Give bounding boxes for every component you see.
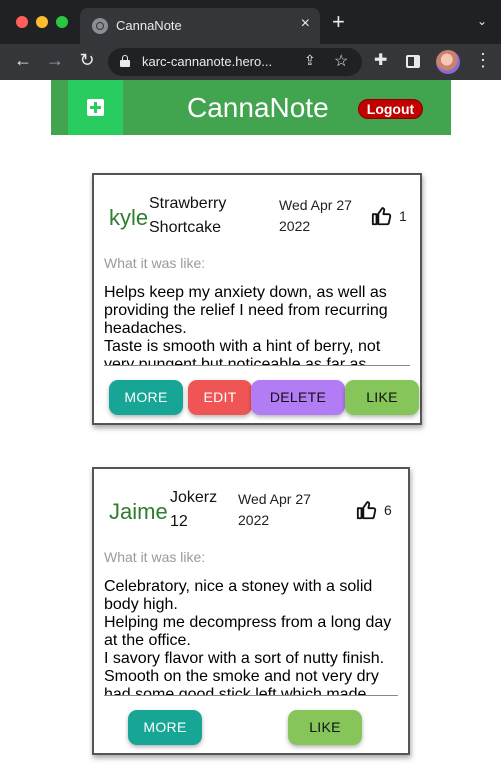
lock-icon[interactable]: [120, 55, 130, 67]
add-note-button[interactable]: [68, 80, 123, 135]
profile-avatar[interactable]: [436, 50, 460, 74]
back-arrow-icon[interactable]: ←: [12, 50, 34, 71]
thumbs-up-icon[interactable]: [356, 499, 378, 521]
note-strain: Jokerz 12: [170, 489, 218, 530]
note-strain: Strawberry Shortcake: [149, 195, 227, 236]
notes-label: What it was like:: [104, 549, 206, 565]
forward-arrow-icon[interactable]: →: [44, 50, 66, 71]
note-date: Wed Apr 27 2022: [279, 197, 352, 234]
browser-tab[interactable]: CannaNote ×: [80, 8, 320, 44]
note-text: Helps keep my anxiety down, as well as p…: [104, 284, 388, 366]
note-card: kyle Strawberry Shortcake Wed Apr 27 202…: [92, 173, 422, 425]
more-button[interactable]: MORE: [128, 710, 202, 745]
page-viewport: CannaNote Logout kyle Strawberry Shortca…: [0, 80, 501, 770]
plus-square-icon: [87, 99, 104, 116]
url-text[interactable]: karc-cannanote.hero...: [142, 54, 272, 69]
tab-search-icon[interactable]: ⌄: [477, 14, 487, 28]
delete-button[interactable]: DELETE: [251, 380, 345, 415]
like-button[interactable]: LIKE: [345, 380, 419, 415]
tab-title: CannaNote: [116, 18, 182, 33]
globe-icon: [92, 18, 108, 34]
browser-toolbar: ← → ↻ karc-cannanote.hero... ⇪ ☆ ✚ ⋮: [0, 44, 501, 80]
close-window-button[interactable]: [16, 16, 28, 28]
note-text: Celebratory, nice a stoney with a solid …: [104, 578, 392, 696]
like-count: 6: [384, 502, 392, 518]
maximize-window-button[interactable]: [56, 16, 68, 28]
new-tab-button[interactable]: +: [332, 11, 345, 33]
more-button[interactable]: MORE: [109, 380, 183, 415]
reload-icon[interactable]: ↻: [76, 50, 98, 71]
puzzle-icon[interactable]: ✚: [374, 50, 387, 70]
note-card: Jaime Jokerz 12 Wed Apr 27 2022 6 What i…: [92, 467, 410, 755]
thumbs-up-icon[interactable]: [371, 205, 393, 227]
kebab-menu-icon[interactable]: ⋮: [474, 50, 492, 71]
app-title: CannaNote: [187, 92, 329, 123]
side-panel-icon[interactable]: [406, 55, 420, 68]
note-author: kyle: [109, 205, 149, 230]
divider: [104, 695, 398, 696]
like-button[interactable]: LIKE: [288, 710, 362, 745]
like-count: 1: [399, 208, 407, 224]
minimize-window-button[interactable]: [36, 16, 48, 28]
notes-label: What it was like:: [104, 255, 206, 271]
app-header: CannaNote Logout: [51, 80, 451, 135]
divider: [104, 365, 410, 366]
logout-button[interactable]: Logout: [358, 99, 423, 119]
address-bar[interactable]: karc-cannanote.hero... ⇪ ☆: [108, 48, 362, 76]
note-date: Wed Apr 27 2022: [238, 491, 311, 528]
close-tab-icon[interactable]: ×: [301, 15, 310, 33]
star-icon[interactable]: ☆: [334, 51, 348, 71]
edit-button[interactable]: EDIT: [188, 380, 252, 415]
tab-strip: CannaNote × + ⌄: [0, 0, 501, 44]
note-author: Jaime: [109, 499, 168, 524]
browser-chrome: CannaNote × + ⌄ ← → ↻ karc-cannanote.her…: [0, 0, 501, 80]
share-icon[interactable]: ⇪: [304, 52, 316, 69]
